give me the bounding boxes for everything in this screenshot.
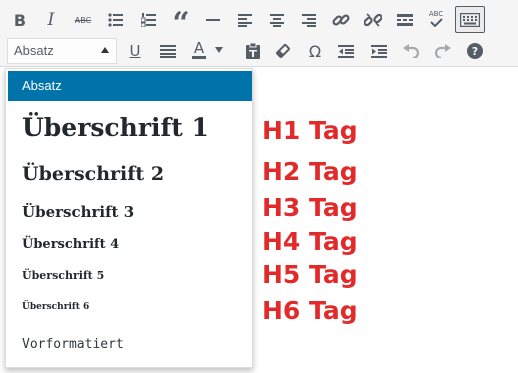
read-more-icon: [397, 14, 413, 26]
menu-item-heading-5[interactable]: Überschrift 5: [6, 265, 252, 287]
insert-link-button[interactable]: [328, 7, 354, 33]
indent-icon: [371, 44, 387, 58]
justify-icon: [160, 44, 176, 58]
justify-button[interactable]: [155, 38, 181, 64]
horizontal-line-icon: [206, 19, 220, 21]
editor-toolbar: B I ABC “ ABC Absatz U A Ω ?: [0, 0, 518, 67]
blockquote-button[interactable]: “: [168, 5, 194, 39]
omega-icon: Ω: [308, 41, 322, 61]
format-dropdown-menu: Absatz Überschrift 1 Überschrift 2 Übers…: [5, 68, 253, 368]
outdent-icon: [338, 44, 354, 58]
spellcheck-button[interactable]: ABC: [423, 5, 449, 31]
undo-button[interactable]: [398, 38, 424, 64]
clear-formatting-button[interactable]: [270, 38, 296, 64]
text-color-icon: A: [192, 39, 206, 59]
indent-button[interactable]: [366, 38, 392, 64]
align-center-button[interactable]: [264, 7, 290, 33]
menu-item-heading-3[interactable]: Überschrift 3: [6, 199, 252, 225]
help-icon: ?: [467, 43, 483, 59]
menu-item-heading-1[interactable]: Überschrift 1: [6, 111, 252, 145]
annotation-h5: H5 Tag: [262, 260, 358, 289]
underline-icon: U: [129, 42, 141, 60]
numbered-list-icon: [141, 13, 156, 27]
paste-icon: [246, 43, 260, 59]
bold-button[interactable]: B: [7, 7, 33, 33]
link-icon: [332, 14, 350, 26]
horizontal-line-button[interactable]: [200, 7, 226, 33]
bullet-list-icon: [108, 13, 123, 27]
underline-button[interactable]: U: [122, 38, 148, 64]
unlink-icon: [364, 13, 382, 27]
text-color-button[interactable]: A: [186, 37, 226, 63]
undo-icon: [403, 44, 419, 58]
align-right-button[interactable]: [296, 7, 322, 33]
align-right-icon: [302, 13, 316, 27]
align-left-button[interactable]: [232, 7, 258, 33]
paste-as-text-button[interactable]: [240, 38, 266, 64]
menu-item-heading-6[interactable]: Überschrift 6: [6, 297, 252, 317]
redo-icon: [435, 44, 451, 58]
bold-icon: B: [13, 10, 27, 30]
format-select-value: Absatz: [14, 43, 54, 58]
toolbar-toggle-button[interactable]: [455, 6, 485, 33]
italic-icon: I: [47, 10, 55, 30]
redo-button[interactable]: [430, 38, 456, 64]
strikethrough-icon: ABC: [74, 15, 92, 25]
keyboard-icon: [460, 12, 480, 27]
menu-item-heading-2[interactable]: Überschrift 2: [6, 159, 252, 189]
remove-link-button[interactable]: [360, 7, 386, 33]
align-center-icon: [270, 13, 284, 27]
dropdown-arrow-icon: [101, 47, 109, 53]
menu-item-paragraph[interactable]: Absatz: [8, 71, 252, 101]
italic-button[interactable]: I: [38, 7, 64, 33]
eraser-icon: [276, 44, 290, 58]
special-character-button[interactable]: Ω: [302, 38, 328, 64]
spellcheck-icon: [430, 17, 443, 27]
outdent-button[interactable]: [333, 38, 359, 64]
format-select[interactable]: Absatz: [7, 38, 117, 64]
numbered-list-button[interactable]: [136, 7, 162, 33]
strikethrough-button[interactable]: ABC: [70, 7, 96, 33]
chevron-down-icon: [215, 47, 223, 53]
bullet-list-button[interactable]: [103, 7, 129, 33]
quote-icon: “: [172, 6, 190, 41]
annotation-h6: H6 Tag: [262, 296, 358, 325]
align-left-icon: [238, 13, 252, 27]
menu-item-heading-4[interactable]: Überschrift 4: [6, 234, 252, 256]
read-more-button[interactable]: [392, 7, 418, 33]
annotation-h2: H2 Tag: [262, 157, 358, 186]
annotation-h4: H4 Tag: [262, 227, 358, 256]
annotation-h3: H3 Tag: [262, 193, 358, 222]
help-button[interactable]: ?: [462, 38, 488, 64]
annotation-h1: H1 Tag: [262, 116, 358, 145]
menu-item-preformatted[interactable]: Vorformatiert: [6, 334, 252, 356]
